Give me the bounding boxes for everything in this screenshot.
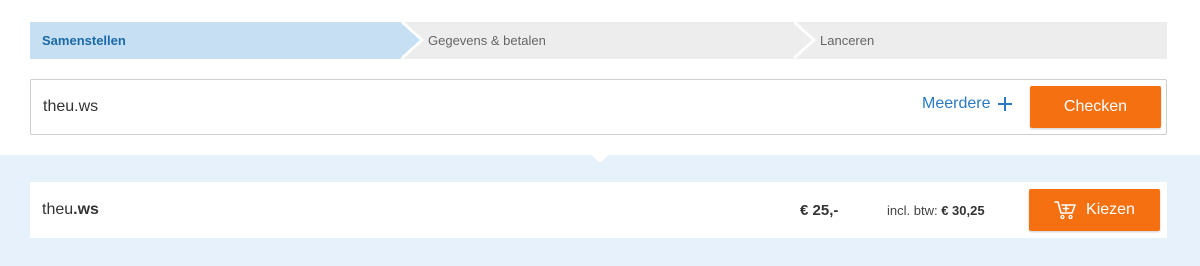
result-pointer [590,154,610,163]
cart-icon [1054,201,1076,220]
step-label: Lanceren [820,33,875,48]
domain-base: theu [42,201,74,218]
more-domains-link[interactable]: Meerdere [922,95,1013,113]
step-arrow [400,22,420,58]
incl-vat-label: incl. btw: [887,203,938,218]
choose-label: Kiezen [1086,201,1135,218]
step-label: Samenstellen [42,33,126,48]
more-domains-label: Meerdere [922,95,991,112]
choose-button[interactable]: Kiezen [1029,189,1160,231]
incl-vat-value: € 30,25 [941,203,985,218]
domain-tld: .ws [73,201,99,218]
step-gegevens-betalen: Gegevens & betalen [400,20,816,60]
step-arrow [792,22,812,58]
domain-result-row: theu.ws € 25,- incl. btw: € 30,25 Kiezen [30,182,1167,238]
check-button[interactable]: Checken [1030,86,1161,128]
result-domain-name: theu.ws [42,201,99,219]
domain-search-input[interactable] [43,92,743,122]
step-lanceren: Lanceren [792,22,1167,59]
price-incl-vat: incl. btw: € 30,25 [887,203,985,218]
step-label: Gegevens & betalen [428,33,546,48]
step-samenstellen: Samenstellen [30,20,424,60]
plus-icon [998,97,1013,111]
domain-search-box: Meerdere Checken [30,79,1167,135]
domain-price: € 25,- [800,202,839,219]
checkout-stepper: Samenstellen Gegevens & betalen Lanceren [30,20,1167,60]
